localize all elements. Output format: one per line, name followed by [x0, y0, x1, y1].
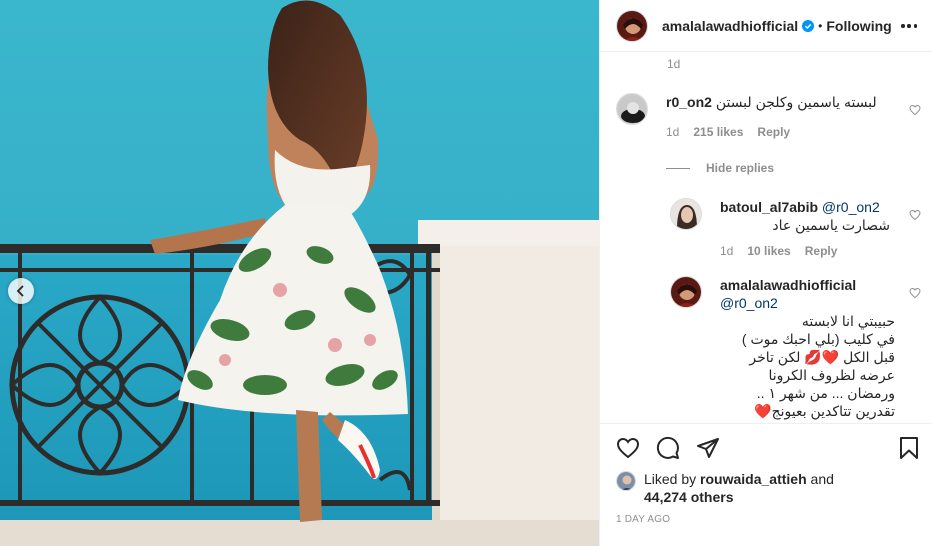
liked-by-prefix: Liked by [644, 471, 697, 487]
comment-icon[interactable] [656, 436, 680, 460]
reply-text-line: حبيبتي انا لابسته [801, 313, 895, 329]
reply-item: amalalawadhiofficial @r0_on2 حبيبتي انا … [670, 276, 921, 420]
reply-text-line: عرضه لظروف الكرونا [768, 367, 895, 383]
share-icon[interactable] [696, 436, 720, 460]
comments-list[interactable]: 1d r0_on2 لبسته ياسمين وكلجن لبستن 1d 21… [600, 53, 932, 423]
post-side-panel: amalalawadhiofficial • Following 1d r0_o… [599, 0, 932, 546]
verified-badge-icon [802, 19, 815, 32]
avatar-image [617, 472, 635, 490]
following-button[interactable]: Following [826, 18, 891, 34]
hide-replies-label: Hide replies [706, 161, 775, 175]
post-photo [0, 0, 599, 546]
chevron-left-icon [16, 285, 24, 297]
comment-time[interactable]: 1d [666, 125, 679, 139]
previous-photo-button[interactable] [8, 278, 34, 304]
commenter-avatar[interactable] [670, 276, 702, 308]
liked-by-summary: Liked by rouwaida_attieh and 44,274 othe… [616, 470, 834, 506]
post-image [0, 0, 599, 546]
comment-username[interactable]: r0_on2 [666, 94, 712, 110]
hide-replies-button[interactable]: Hide replies [666, 161, 774, 175]
commenter-avatar[interactable] [616, 93, 648, 125]
post-header: amalalawadhiofficial • Following [600, 0, 932, 52]
truncated-comment-time: 1d [667, 57, 681, 71]
reply-mention[interactable]: @r0_on2 [822, 199, 880, 215]
reply-reply-button[interactable]: Reply [805, 244, 838, 258]
reply-text-line: في كليب (بلي احبك موت ) [741, 331, 895, 347]
reply-text-line: تقدرين تتاكدين بعيونج❤️ [754, 403, 895, 419]
reply-text-line: قبل الكل ❤️💋 لكن تاخر [749, 349, 895, 365]
reply-item: batoul_al7abib @r0_on2 شصارت ياسمين عاد … [670, 198, 921, 258]
header-separator: • [818, 18, 823, 33]
bookmark-icon[interactable] [897, 436, 921, 460]
reply-text-line: ورمضان ... من شهر ١ .. [756, 385, 895, 401]
comment-likes[interactable]: 215 likes [693, 125, 743, 139]
divider-line [666, 167, 690, 169]
avatar-image [617, 94, 647, 124]
like-comment-icon[interactable] [909, 104, 921, 116]
like-comment-icon[interactable] [909, 287, 921, 299]
comment-reply-button[interactable]: Reply [757, 125, 790, 139]
reply-username[interactable]: amalalawadhiofficial [720, 277, 856, 293]
avatar-image [617, 10, 647, 41]
post-time[interactable]: 1 DAY AGO [616, 514, 670, 525]
author-avatar[interactable] [616, 9, 648, 42]
more-options-icon[interactable] [901, 20, 917, 32]
commenter-avatar[interactable] [670, 198, 702, 230]
reply-mention[interactable]: @r0_on2 [720, 295, 778, 311]
reply-likes[interactable]: 10 likes [747, 244, 790, 258]
post-actions: Liked by rouwaida_attieh and 44,274 othe… [600, 423, 932, 546]
liker-avatar[interactable] [616, 471, 636, 491]
reply-text: شصارت ياسمين عاد [772, 217, 890, 233]
reply-time[interactable]: 1d [720, 244, 733, 258]
author-username[interactable]: amalalawadhiofficial [662, 18, 798, 34]
comment-text: لبسته ياسمين وكلجن لبستن [715, 94, 877, 110]
avatar-image [671, 199, 701, 229]
avatar-image [671, 277, 701, 307]
others-count[interactable]: 44,274 others [644, 489, 734, 505]
reply-username[interactable]: batoul_al7abib [720, 199, 818, 215]
like-comment-icon[interactable] [909, 209, 921, 221]
liked-by-username[interactable]: rouwaida_attieh [700, 471, 807, 487]
comment-item: r0_on2 لبسته ياسمين وكلجن لبستن 1d 215 l… [616, 93, 921, 139]
heart-icon[interactable] [616, 436, 640, 460]
liked-by-and: and [810, 471, 834, 487]
